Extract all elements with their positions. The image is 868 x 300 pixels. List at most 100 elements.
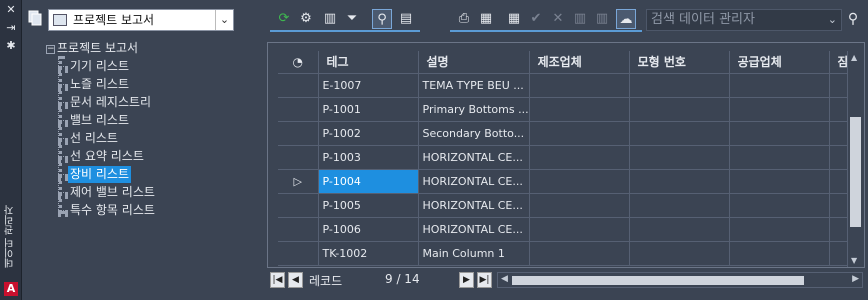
cell-empty[interactable]	[529, 217, 630, 242]
cell-empty[interactable]	[729, 193, 830, 218]
cell-empty[interactable]	[529, 241, 630, 266]
search-icon[interactable]: ⚲	[844, 10, 862, 28]
tree-item[interactable]: 장비 리스트	[68, 166, 132, 183]
project-select[interactable]: 프로젝트 보고서 ⌄	[48, 9, 234, 31]
cell-empty[interactable]	[629, 217, 730, 242]
cell-tag[interactable]: P-1005	[318, 193, 419, 218]
row-header[interactable]: ▷	[278, 169, 319, 194]
first-record-button[interactable]: |◀	[270, 272, 285, 288]
cell-empty[interactable]	[729, 241, 830, 266]
cell-empty[interactable]	[729, 73, 830, 98]
cell-empty[interactable]	[529, 193, 630, 218]
cell-description[interactable]: Main Column 1	[418, 241, 530, 266]
column-header[interactable]: 테그	[318, 51, 419, 74]
chevron-down-icon[interactable]: ⌄	[828, 10, 837, 30]
cell-description[interactable]: Primary Bottoms ...	[418, 97, 530, 122]
filter-link-icon[interactable]: ⚙	[296, 9, 316, 29]
row-header[interactable]	[278, 73, 319, 98]
cell-empty[interactable]	[629, 145, 730, 170]
column-header[interactable]: 모형 번호	[629, 51, 730, 74]
row-header[interactable]	[278, 217, 319, 242]
table-row[interactable]: E-1007 TEMA TYPE BEU ...	[278, 73, 860, 98]
search-input[interactable]: 검색 데이터 관리자 ⌄	[646, 9, 842, 31]
tree-item[interactable]: 기기 리스트	[68, 58, 131, 75]
cell-description[interactable]: Secondary Botto...	[418, 121, 530, 146]
export-icon[interactable]: ▦	[476, 9, 496, 29]
cell-description[interactable]: HORIZONTAL CE...	[418, 145, 530, 170]
tree-item[interactable]: 선 리스트	[68, 130, 120, 147]
last-record-button[interactable]: ▶|	[477, 272, 492, 288]
table-row[interactable]: P-1001 Primary Bottoms ...	[278, 97, 860, 122]
column-chooser-icon[interactable]: ◔	[278, 51, 319, 74]
tree-item[interactable]: 문서 레지스트리	[68, 94, 153, 111]
table-row[interactable]: TK-1002 Main Column 1	[278, 241, 860, 266]
cell-empty[interactable]	[629, 169, 730, 194]
cell-description[interactable]: HORIZONTAL CE...	[418, 193, 530, 218]
cell-empty[interactable]	[529, 169, 630, 194]
hide-icon[interactable]: ▤	[396, 9, 416, 29]
cell-empty[interactable]	[629, 193, 730, 218]
cell-tag[interactable]: P-1004	[318, 169, 419, 194]
row-header[interactable]	[278, 193, 319, 218]
chevron-down-icon[interactable]: ⌄	[215, 10, 233, 30]
column-header[interactable]: 공급업체	[729, 51, 830, 74]
cell-empty[interactable]	[529, 145, 630, 170]
accept-all-icon[interactable]: ▥	[570, 9, 590, 29]
row-header[interactable]	[278, 241, 319, 266]
refresh-icon[interactable]: ⟳	[274, 9, 294, 29]
settings-icon[interactable]: ✱	[4, 40, 18, 52]
autohide-icon[interactable]: ⇥	[4, 22, 18, 34]
cell-empty[interactable]	[629, 121, 730, 146]
tree-item[interactable]: 밸브 리스트	[68, 112, 131, 129]
cell-tag[interactable]: P-1006	[318, 217, 419, 242]
table-row[interactable]: ▷ P-1004 HORIZONTAL CE...	[278, 169, 860, 194]
zoom-icon[interactable]: ⚲	[372, 9, 392, 29]
tree-item[interactable]: 노즐 리스트	[68, 76, 131, 93]
close-icon[interactable]: ✕	[4, 4, 18, 16]
row-header[interactable]	[278, 97, 319, 122]
scroll-down-icon[interactable]: ▼	[851, 256, 857, 265]
cell-empty[interactable]	[729, 121, 830, 146]
cell-empty[interactable]	[729, 145, 830, 170]
cell-empty[interactable]	[729, 97, 830, 122]
tree-item[interactable]: 선 요약 리스트	[68, 148, 146, 165]
column-header[interactable]: 제조업체	[529, 51, 630, 74]
table-row[interactable]: P-1003 HORIZONTAL CE...	[278, 145, 860, 170]
cell-description[interactable]: TEMA TYPE BEU ...	[418, 73, 530, 98]
table-row[interactable]: P-1005 HORIZONTAL CE...	[278, 193, 860, 218]
reject-all-icon[interactable]: ▥	[592, 9, 612, 29]
column-icon[interactable]: ▥	[320, 9, 340, 29]
print-icon[interactable]: ⎙	[454, 9, 474, 29]
tree-root[interactable]: − 프로젝트 보고서	[46, 40, 138, 57]
scroll-thumb[interactable]	[512, 276, 804, 285]
cell-tag[interactable]: P-1002	[318, 121, 419, 146]
scroll-up-icon[interactable]: ▲	[851, 53, 857, 62]
vertical-scrollbar[interactable]: ▲ ▼	[847, 51, 863, 267]
cell-description[interactable]: HORIZONTAL CE...	[418, 169, 530, 194]
cell-tag[interactable]: P-1001	[318, 97, 419, 122]
cell-empty[interactable]	[529, 97, 630, 122]
cell-empty[interactable]	[629, 241, 730, 266]
row-header[interactable]	[278, 121, 319, 146]
cell-empty[interactable]	[629, 97, 730, 122]
accept-icon[interactable]: ✔	[526, 9, 546, 29]
cell-tag[interactable]: P-1003	[318, 145, 419, 170]
horizontal-scrollbar[interactable]: ◀ ▶	[497, 272, 863, 288]
cell-empty[interactable]	[729, 217, 830, 242]
cell-empty[interactable]	[529, 121, 630, 146]
scroll-right-icon[interactable]: ▶	[852, 274, 859, 284]
scroll-thumb[interactable]	[850, 117, 861, 227]
cloud-icon[interactable]: ☁	[616, 9, 636, 29]
next-record-button[interactable]: ▶	[459, 272, 474, 288]
cell-empty[interactable]	[629, 73, 730, 98]
row-header[interactable]	[278, 145, 319, 170]
cell-tag[interactable]: TK-1002	[318, 241, 419, 266]
cell-empty[interactable]	[729, 169, 830, 194]
table-row[interactable]: P-1002 Secondary Botto...	[278, 121, 860, 146]
prev-record-button[interactable]: ◀	[288, 272, 303, 288]
clear-filter-icon[interactable]: ⏷	[342, 9, 362, 29]
import-icon[interactable]: ▦	[504, 9, 524, 29]
reject-icon[interactable]: ✕	[548, 9, 568, 29]
table-row[interactable]: P-1006 HORIZONTAL CE...	[278, 217, 860, 242]
tree-item[interactable]: 제어 밸브 리스트	[68, 184, 157, 201]
